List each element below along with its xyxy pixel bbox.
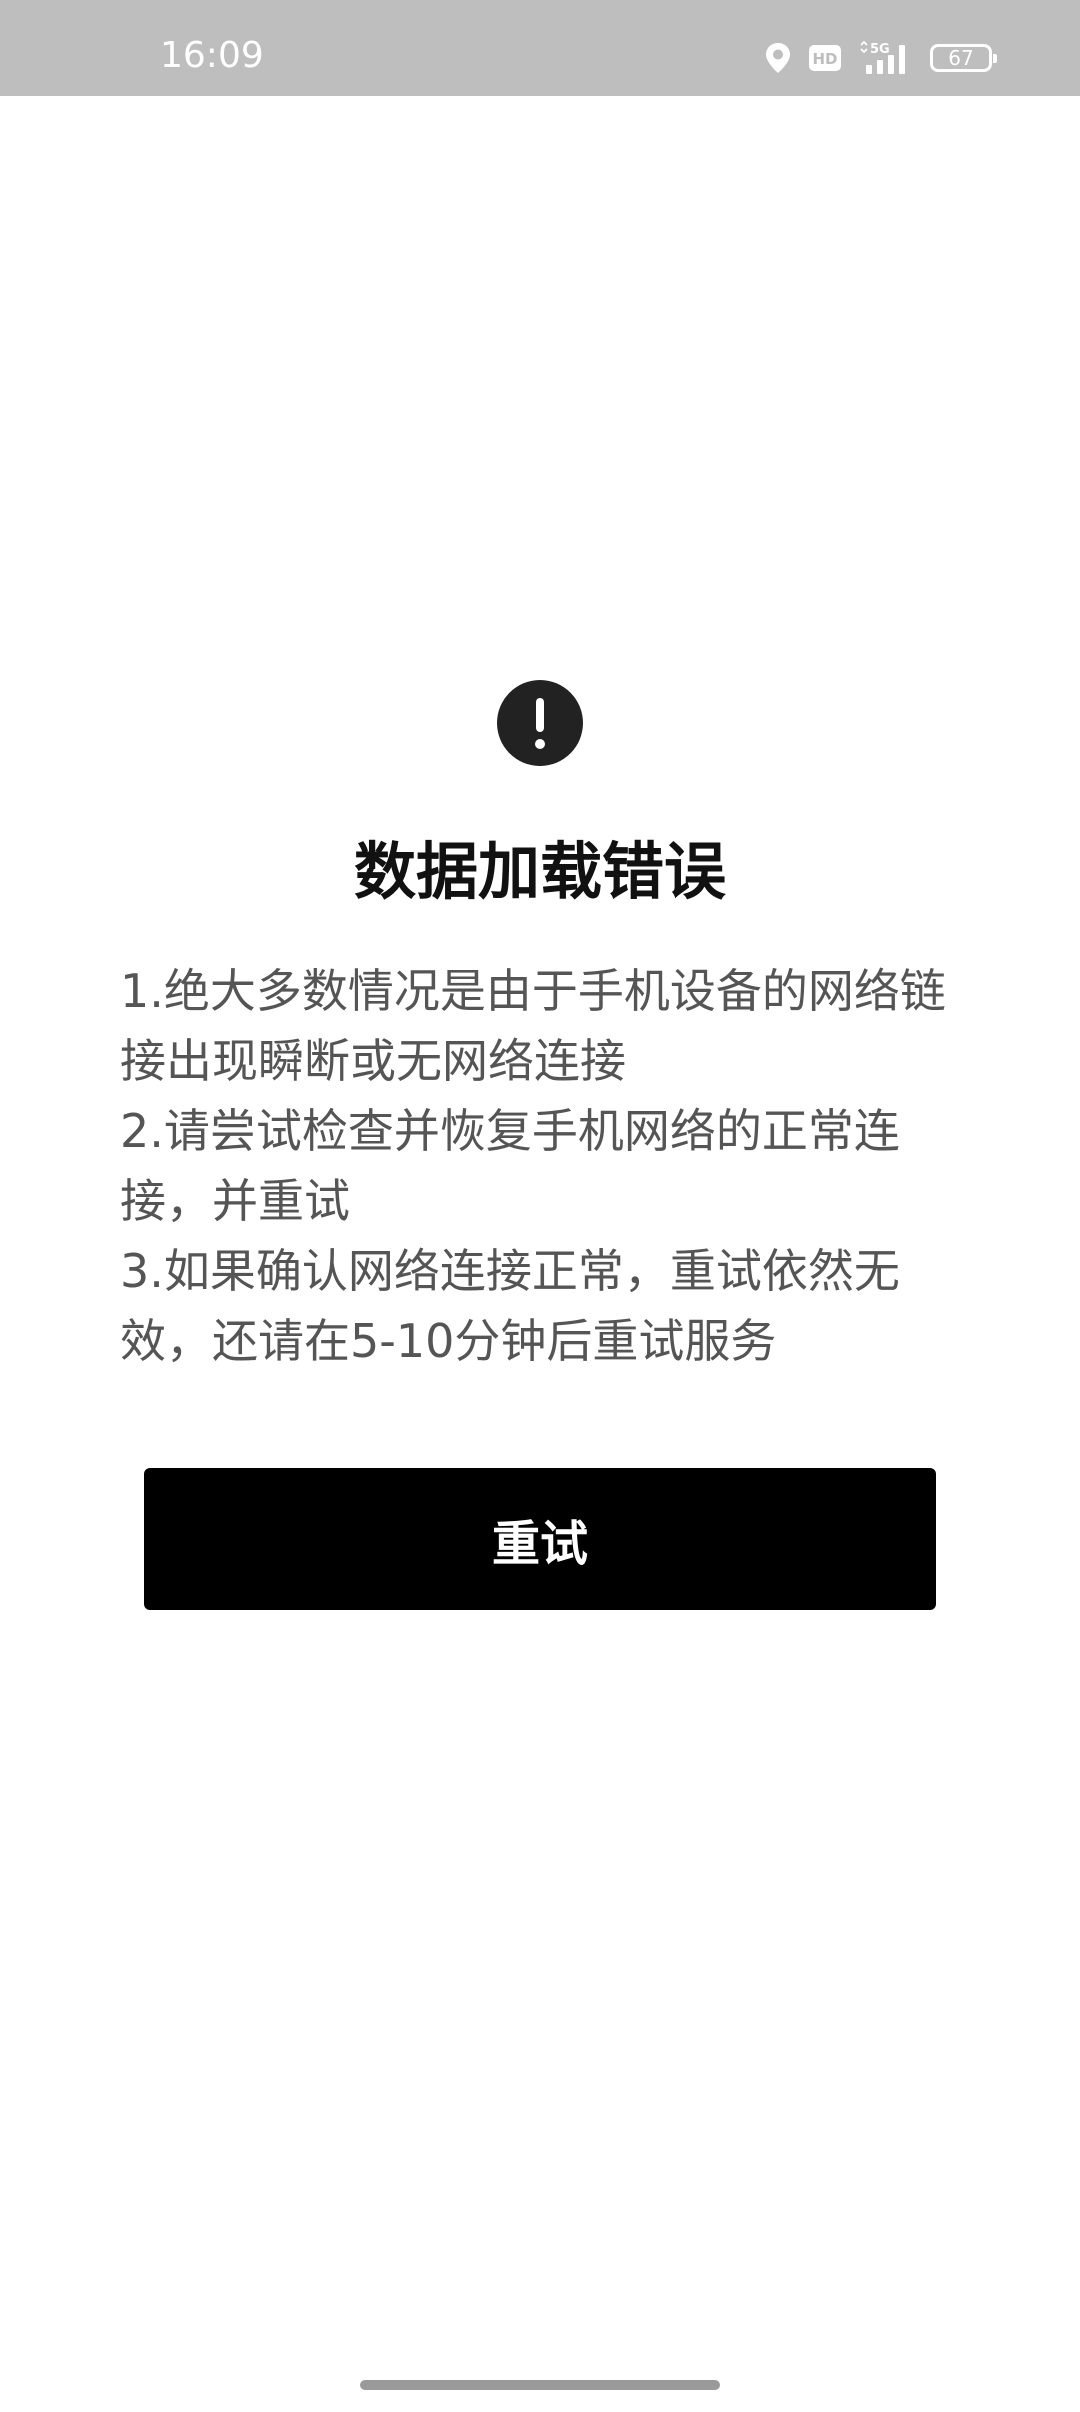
error-title: 数据加载错误 [353, 835, 726, 908]
error-tip-2: 2.请尝试检查并恢复手机网络的正常连接，并重试 [120, 1104, 900, 1228]
hd-icon: HD [808, 44, 842, 72]
retry-button[interactable]: 重试 [144, 1468, 936, 1610]
home-indicator[interactable] [360, 2380, 720, 2390]
battery-icon: 67 [930, 44, 997, 72]
error-tip-3: 3.如果确认网络连接正常，重试依然无效，还请在5-10分钟后重试服务 [120, 1244, 900, 1368]
network-type-label: 5G [870, 42, 890, 57]
exclamation-icon [497, 680, 583, 766]
status-time: 16:09 [160, 35, 264, 76]
location-icon [764, 42, 792, 74]
error-tip-1: 1.绝大多数情况是由于手机设备的网络链接出现瞬断或无网络连接 [120, 964, 946, 1088]
5g-signal-icon: 5G [858, 41, 914, 75]
error-description: 1.绝大多数情况是由于手机设备的网络链接出现瞬断或无网络连接 2.请尝试检查并恢… [120, 956, 960, 1376]
error-screen: 16:09 HD 5G 67 数据加载错误 1.绝大多数情况是由于手机设备的网络… [0, 0, 1080, 2412]
status-bar: 16:09 HD 5G 67 [0, 0, 1080, 96]
status-icons: HD 5G 67 [764, 41, 997, 75]
hd-icon-label: HD [812, 50, 837, 68]
